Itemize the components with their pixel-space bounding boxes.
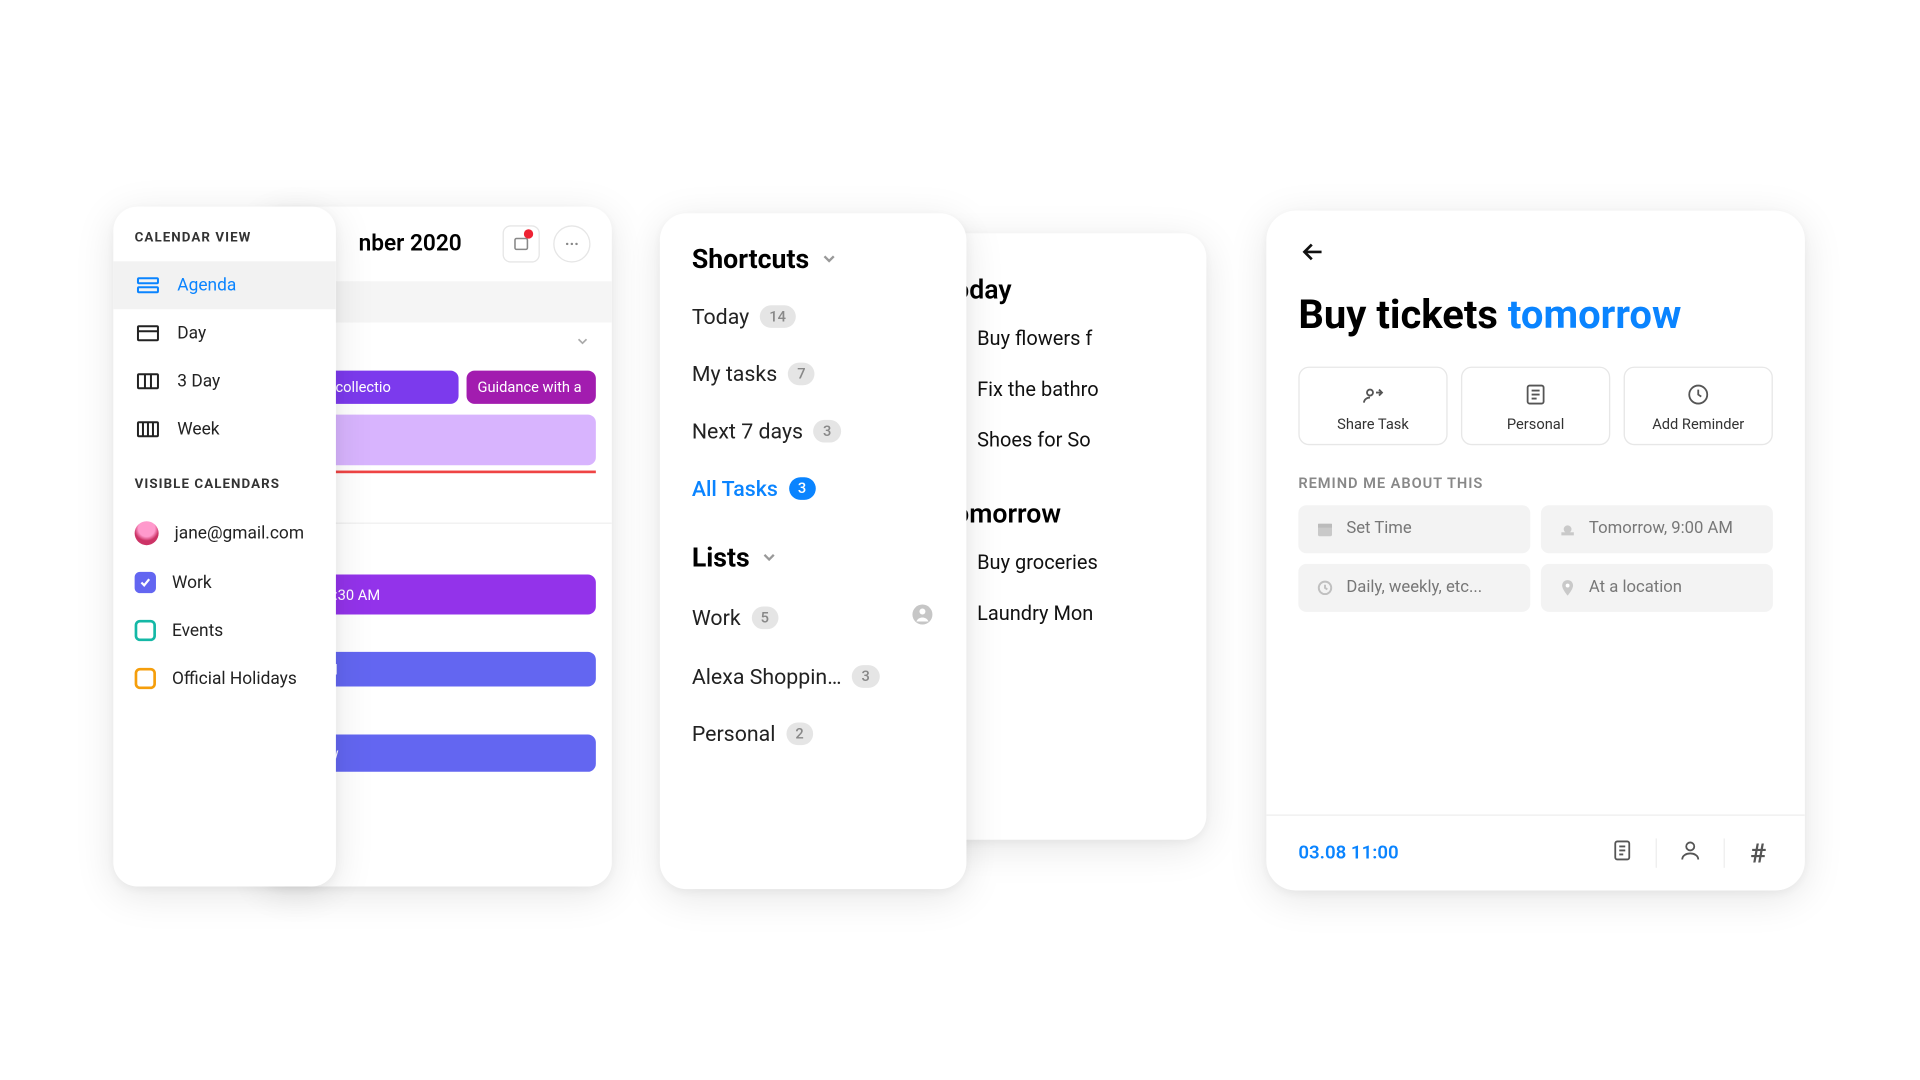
repeat-icon (1314, 577, 1335, 598)
chevron-down-icon (760, 541, 779, 573)
shortcut-today[interactable]: Today14 (660, 288, 967, 345)
view-option-agenda[interactable]: Agenda (113, 261, 336, 309)
tasks-sidebar-card: Shortcuts Today14 My tasks7 Next 7 days3… (660, 213, 967, 889)
calendar-sidebar-card: CALENDAR VIEW Agenda Day 3 Day Week VISI… (113, 207, 336, 887)
shortcut-alltasks[interactable]: All Tasks3 (660, 460, 967, 517)
shared-person-icon (910, 603, 934, 632)
shortcuts-header[interactable]: Shortcuts (660, 213, 967, 288)
chip-set-time[interactable]: Set Time (1298, 505, 1530, 553)
more-button[interactable] (553, 225, 590, 262)
task-title[interactable]: Buy tickets tomorrow (1266, 272, 1805, 366)
checkbox-checked-icon (135, 572, 156, 593)
shortcut-mytasks[interactable]: My tasks7 (660, 345, 967, 402)
choose-list-button[interactable]: Personal (1461, 366, 1610, 445)
agenda-icon (135, 275, 162, 296)
list-alexa[interactable]: Alexa Shoppin…3 (660, 648, 967, 705)
calendar-icon (1314, 518, 1335, 539)
share-icon (1305, 381, 1441, 408)
sidebar-section-view: CALENDAR VIEW (113, 207, 336, 262)
add-reminder-button[interactable]: Add Reminder (1624, 366, 1773, 445)
count-badge: 3 (852, 665, 879, 688)
calendar-toggle-holidays[interactable]: Official Holidays (113, 655, 336, 703)
back-button[interactable] (1266, 211, 1805, 272)
list-icon (1468, 381, 1604, 408)
notification-dot-icon (524, 229, 533, 238)
calendar-account-jane[interactable]: jane@gmail.com (113, 508, 336, 559)
avatar-icon (135, 521, 159, 545)
count-badge: 3 (789, 477, 816, 500)
count-badge: 2 (786, 722, 813, 745)
list-work[interactable]: Work5 (660, 587, 967, 648)
task-footer: 03.08 11:00 # (1266, 814, 1805, 890)
assign-button[interactable] (1676, 838, 1705, 867)
three-day-icon (135, 371, 162, 392)
event-pill-guidance[interactable]: Guidance with a (467, 371, 596, 404)
lists-header[interactable]: Lists (660, 517, 967, 586)
sun-icon (1557, 518, 1578, 539)
notes-button[interactable] (1608, 838, 1637, 867)
day-icon (135, 323, 162, 344)
chip-location[interactable]: At a location (1541, 563, 1773, 611)
view-option-day[interactable]: Day (113, 309, 336, 357)
count-badge: 14 (760, 305, 795, 328)
week-icon (135, 419, 162, 440)
view-option-3day[interactable]: 3 Day (113, 357, 336, 405)
checkbox-unchecked-icon (135, 668, 156, 689)
list-personal[interactable]: Personal2 (660, 705, 967, 762)
count-badge: 3 (814, 420, 841, 443)
clock-icon (1630, 381, 1766, 408)
remind-section-label: REMIND ME ABOUT THIS (1266, 474, 1805, 505)
footer-datetime[interactable]: 03.08 11:00 (1298, 842, 1398, 863)
count-badge: 7 (788, 363, 815, 386)
shortcut-next7[interactable]: Next 7 days3 (660, 403, 967, 460)
location-icon (1557, 577, 1578, 598)
sidebar-section-calendars: VISIBLE CALENDARS (113, 453, 336, 508)
count-badge: 5 (751, 606, 778, 629)
tags-button[interactable]: # (1744, 837, 1773, 869)
share-task-button[interactable]: Share Task (1298, 366, 1447, 445)
chip-tomorrow[interactable]: Tomorrow, 9:00 AM (1541, 505, 1773, 553)
inbox-button[interactable] (503, 225, 540, 262)
calendar-toggle-events[interactable]: Events (113, 607, 336, 655)
calendar-toggle-work[interactable]: Work (113, 559, 336, 607)
chevron-down-icon (820, 243, 839, 275)
task-detail-card: Buy tickets tomorrow Share Task Personal… (1266, 211, 1805, 891)
chevron-down-icon (575, 333, 591, 354)
checkbox-unchecked-icon (135, 620, 156, 641)
chip-repeat[interactable]: Daily, weekly, etc... (1298, 563, 1530, 611)
view-option-week[interactable]: Week (113, 405, 336, 453)
